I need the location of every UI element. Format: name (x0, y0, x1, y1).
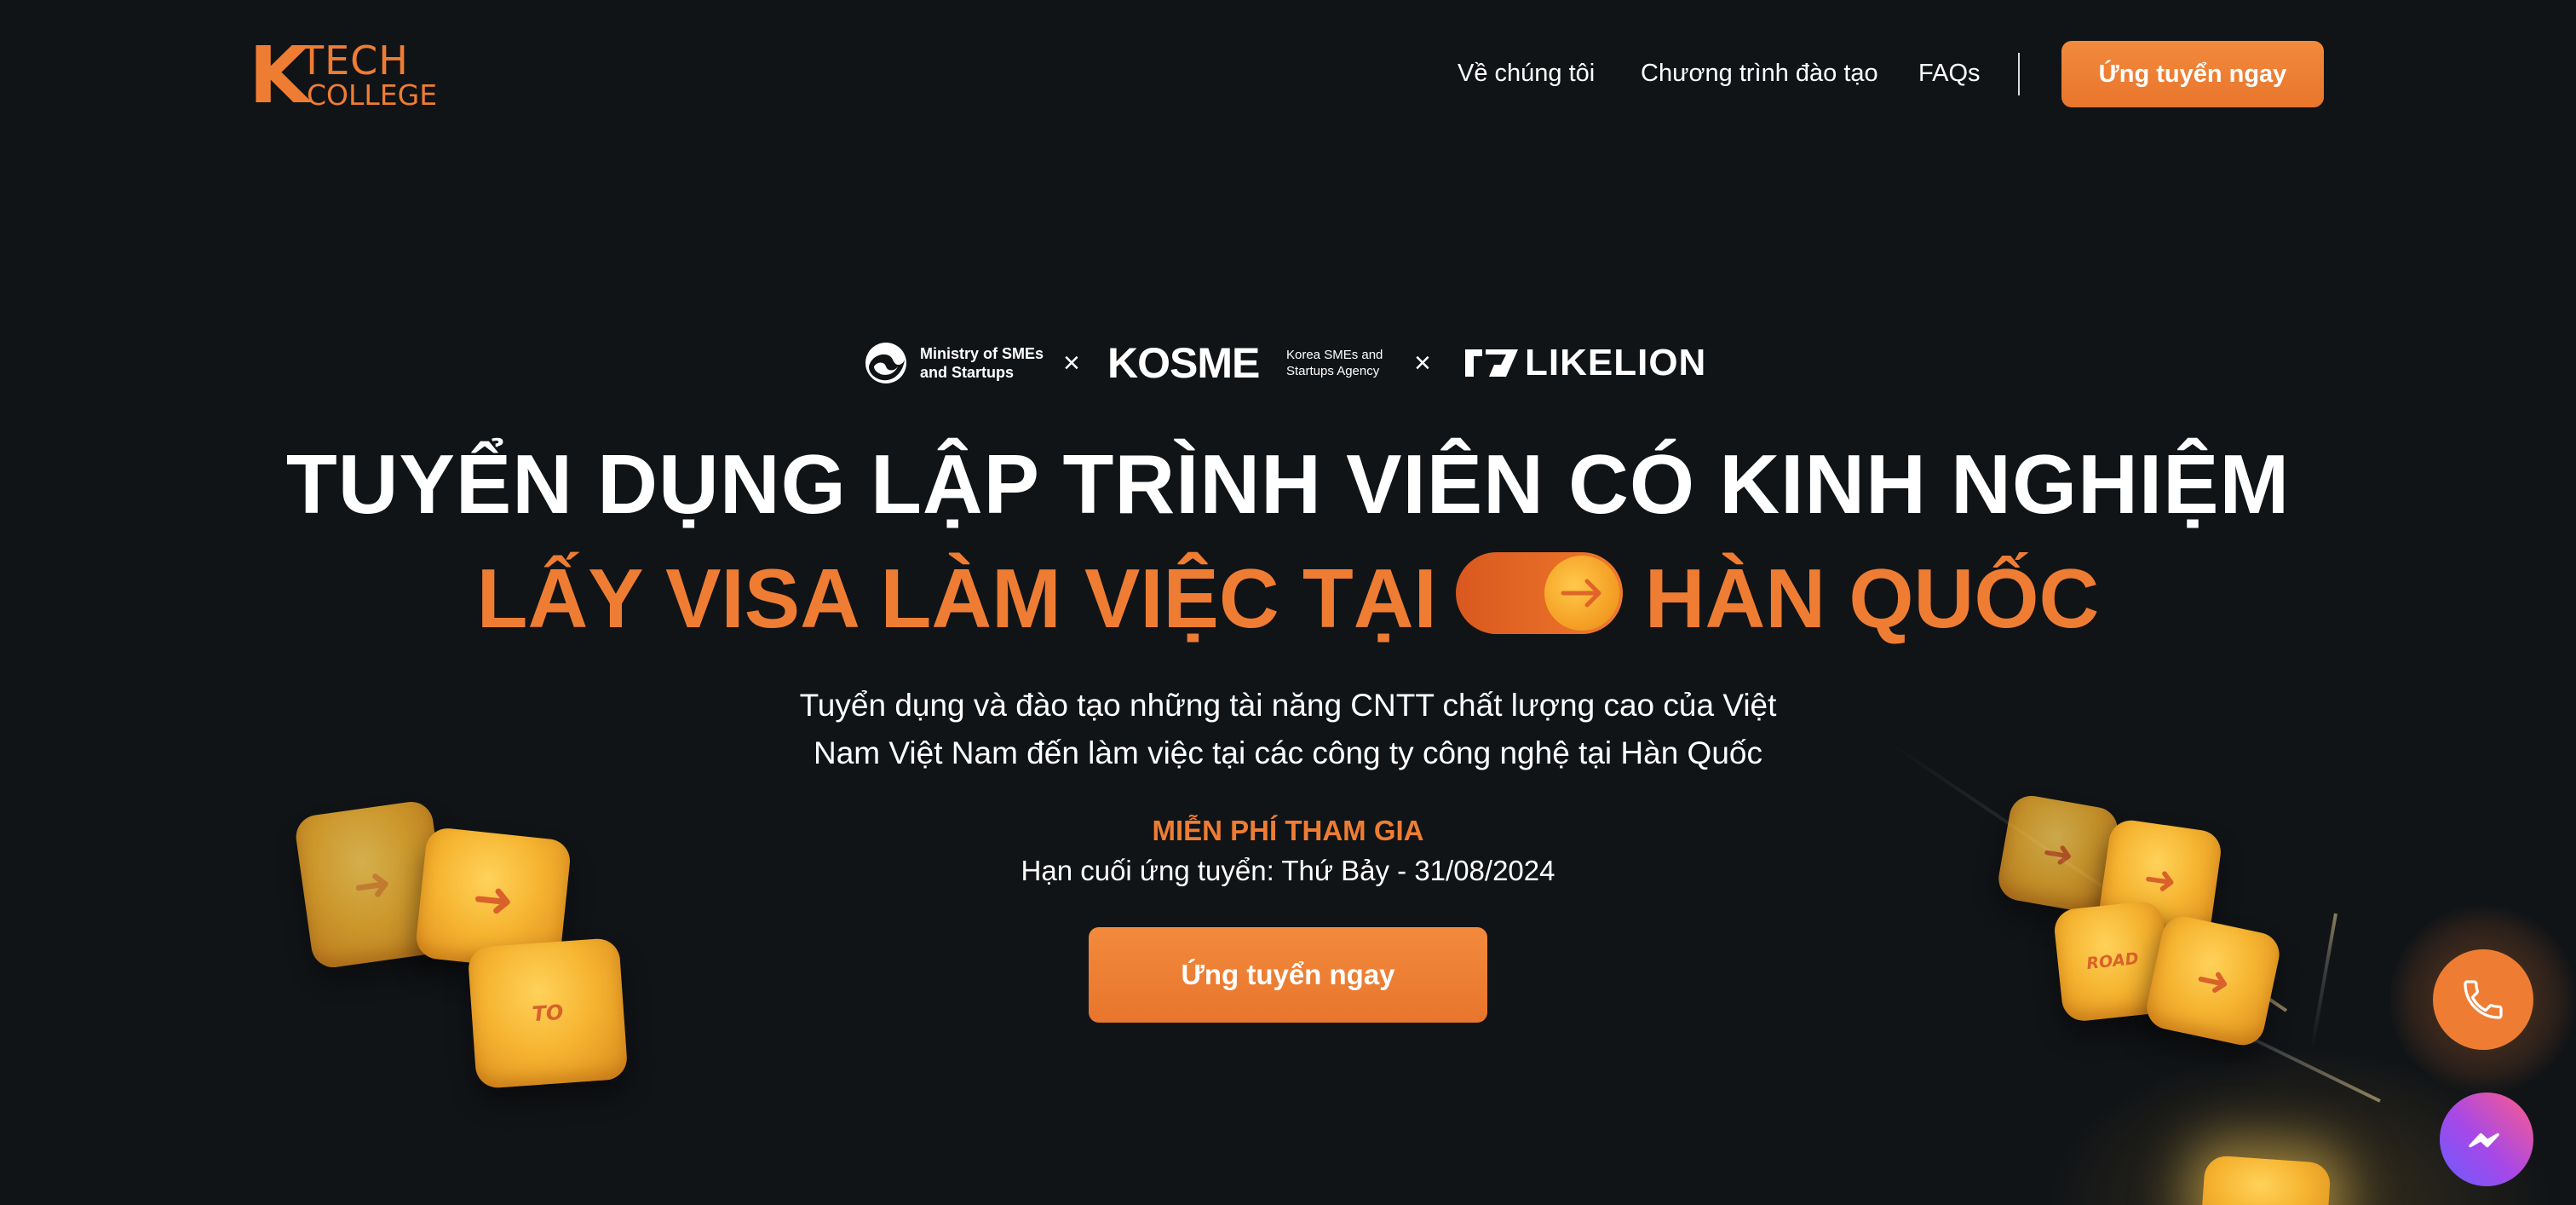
key-label-road: ROAD (2085, 948, 2140, 974)
nav-link-training-program[interactable]: Chương trình đào tạo (1641, 60, 1878, 88)
nav-link-about[interactable]: Về chúng tôi (1458, 60, 1595, 88)
kosme-logo-subtitle: Korea SMEs and Startups Agency (1286, 348, 1383, 378)
arrow-right-icon: ➜ (2141, 854, 2180, 905)
logo-letter-k: K (249, 30, 309, 121)
headline-line-2: LẤY VISA LÀM VIỆC TẠI HÀN QUỐC (0, 542, 2576, 648)
ministry-emblem-icon (865, 343, 906, 383)
toggle-knob (1544, 556, 1619, 631)
arrow-right-icon: ➜ (2038, 829, 2078, 879)
arrow-right-icon (1561, 579, 1601, 608)
decorative-key: ➜ (2142, 912, 2284, 1050)
key-label-to: TO (531, 1000, 565, 1027)
hero-description-line-1: Tuyển dụng và đào tạo những tài năng CNT… (799, 688, 1777, 723)
nav-link-faqs[interactable]: FAQs (1918, 60, 1981, 88)
partner-separator: × (1063, 347, 1080, 379)
kosme-logo-text: KOSME (1107, 339, 1260, 387)
decorative-key-glowing (2200, 1154, 2332, 1205)
logo-word-tech: TECH (300, 37, 409, 84)
messenger-icon (2469, 1133, 2499, 1148)
light-beam (2310, 913, 2337, 1048)
arrow-right-icon: ➜ (469, 868, 517, 931)
ministry-logo-text: Ministry of SMEs and Startups (920, 345, 1044, 381)
apply-now-header-button[interactable]: Ứng tuyển ngay (2061, 41, 2324, 107)
partner-logos: Ministry of SMEs and Startups × KOSME Ko… (862, 337, 1714, 390)
landing-page: K TECH COLLEGE Về chúng tôi Chương trình… (0, 0, 2576, 1205)
ktech-college-logo[interactable]: K TECH COLLEGE (249, 30, 438, 121)
phone-icon (2464, 980, 2503, 1019)
logo-word-college: COLLEGE (307, 78, 438, 112)
likelion-mark-icon (1465, 349, 1518, 377)
decorative-key-to: TO (467, 937, 629, 1090)
messenger-button[interactable] (2440, 1093, 2533, 1186)
arrow-right-icon: ➜ (2191, 954, 2235, 1008)
likelion-logo-text: LIKELION (1525, 342, 1707, 383)
call-button[interactable] (2433, 949, 2533, 1050)
headline-line-2-start: LẤY VISA LÀM VIỆC TẠI (476, 551, 1437, 646)
headline-line-1: TUYỂN DỤNG LẬP TRÌNH VIÊN CÓ KINH NGHIỆM (285, 437, 2291, 531)
nav-divider (2018, 53, 2020, 95)
site-header: K TECH COLLEGE Về chúng tôi Chương trình… (0, 0, 2576, 150)
partner-separator: × (1414, 347, 1431, 379)
toggle-pill-graphic (1455, 552, 1623, 635)
apply-now-hero-button[interactable]: Ứng tuyển ngay (1089, 927, 1487, 1023)
hero-description-line-2: Nam Việt Nam đến làm việc tại các công t… (814, 735, 1762, 770)
arrow-right-icon: ➜ (349, 855, 395, 914)
headline-line-2-end: HÀN QUỐC (1644, 551, 2100, 646)
hero-description: Tuyển dụng và đào tạo những tài năng CNT… (0, 682, 2576, 777)
